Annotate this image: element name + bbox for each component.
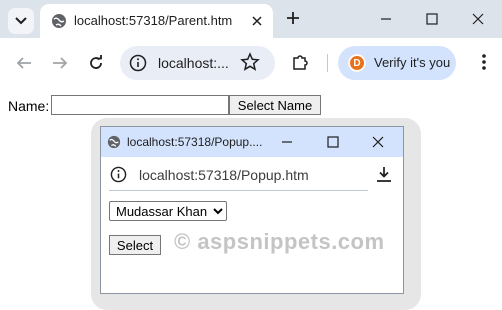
address-url: localhost:... [158,55,229,71]
popup-select-button[interactable]: Select [109,235,161,255]
info-icon [110,166,127,183]
minimize-icon [381,18,391,20]
popup-title: localhost:57318/Popup.... [127,135,263,149]
kebab-menu-icon[interactable] [474,52,494,72]
popup-window: localhost:57318/Popup.... localhost:5731… [100,126,404,294]
popup-address-bar[interactable]: localhost:57318/Popup.htm [101,157,403,191]
reload-button[interactable] [86,53,106,73]
new-tab-button[interactable] [284,9,302,27]
profile-label: Verify it's you [374,55,451,70]
back-button[interactable] [14,53,34,73]
tab-close-button[interactable] [248,12,266,30]
close-icon [372,136,384,148]
name-label: Name: [8,98,50,114]
maximize-button[interactable] [422,10,442,28]
popup-maximize-button[interactable] [323,133,343,151]
close-icon [252,16,262,26]
info-icon [129,54,147,72]
name-input[interactable] [51,95,229,115]
popup-minimize-button[interactable] [277,133,297,151]
close-window-button[interactable] [468,10,488,28]
tab-title: localhost:57318/Parent.htm [74,13,233,28]
puzzle-icon[interactable] [290,52,310,72]
maximize-icon [426,13,438,25]
chevron-down-icon [15,17,27,25]
name-select[interactable]: Mudassar Khan [109,201,227,221]
back-arrow-icon [16,57,31,69]
reload-icon [90,55,102,69]
popup-address-divider [109,190,368,191]
plus-icon [287,12,299,24]
maximize-icon [327,136,339,148]
globe-icon [107,135,121,149]
select-name-button[interactable]: Select Name [229,95,321,115]
star-icon[interactable] [240,52,260,72]
popup-close-button[interactable] [368,133,388,151]
tab-search-button[interactable] [8,8,34,34]
download-icon[interactable] [375,165,393,183]
toolbar-divider [327,54,328,72]
forward-button[interactable] [50,53,70,73]
watermark: © aspsnippets.com [174,229,385,254]
minimize-button[interactable] [376,10,396,28]
active-tab[interactable]: localhost:57318/Parent.htm [40,4,273,38]
tab-strip: localhost:57318/Parent.htm [0,0,502,38]
minimize-icon [282,141,292,143]
popup-titlebar: localhost:57318/Popup.... [101,127,403,157]
profile-button[interactable]: D Verify it's you [338,46,456,80]
globe-icon [52,14,66,28]
close-icon [472,13,484,25]
avatar: D [348,54,366,72]
popup-url: localhost:57318/Popup.htm [139,167,309,183]
browser-toolbar: localhost:... D Verify it's you [0,38,502,88]
forward-arrow-icon [53,57,68,69]
